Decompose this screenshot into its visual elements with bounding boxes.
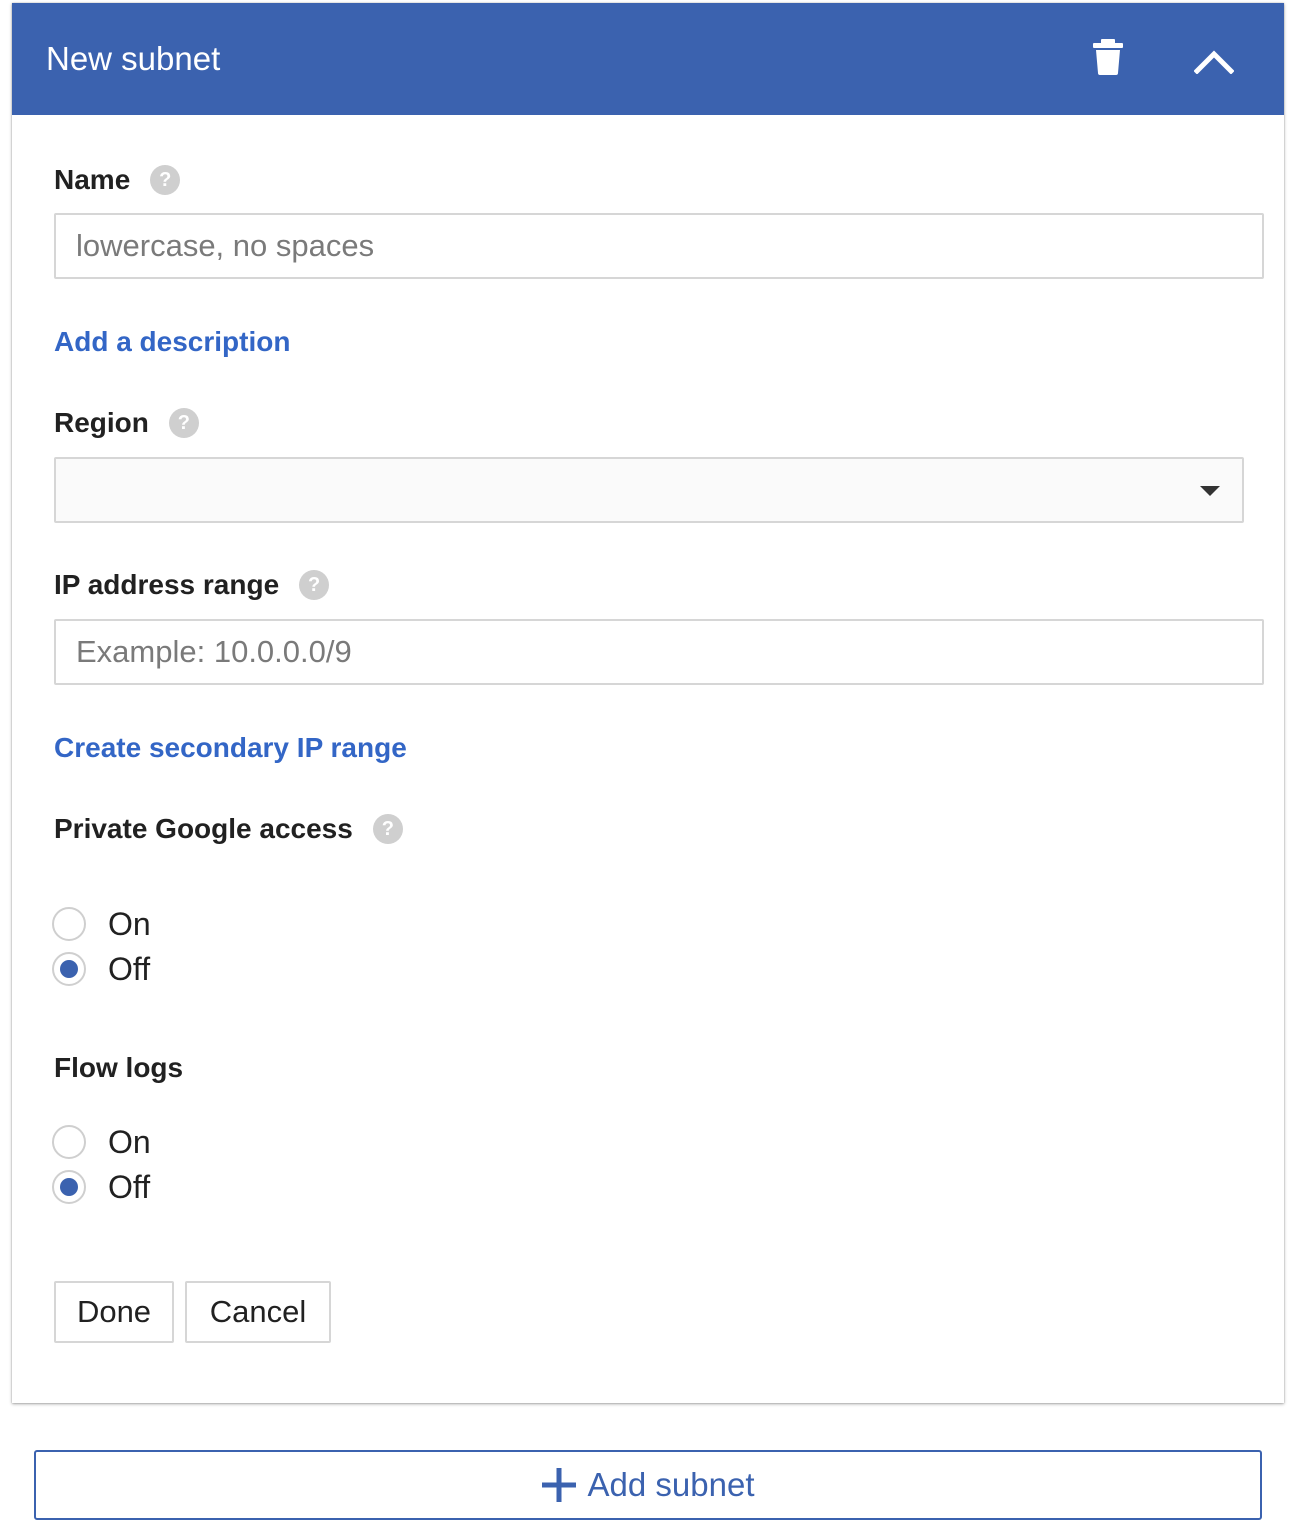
radio-button-selected[interactable]	[52, 1170, 86, 1204]
add-subnet-label: Add subnet	[587, 1466, 755, 1503]
radio-label: Off	[108, 950, 151, 987]
cancel-button[interactable]: Cancel	[185, 1281, 331, 1343]
private-google-access-on-option[interactable]: On	[52, 902, 151, 946]
ip-range-label-row: IP address range ?	[54, 568, 330, 602]
new-subnet-card: New subnet Name ? Add a description Regi…	[12, 3, 1284, 1403]
radio-label: Off	[108, 1168, 151, 1205]
radio-button[interactable]	[52, 1125, 86, 1159]
name-label: Name	[54, 164, 131, 195]
dropdown-arrow-icon	[1200, 486, 1220, 496]
ip-range-help-icon[interactable]: ?	[299, 570, 330, 600]
flow-logs-on-option[interactable]: On	[52, 1120, 151, 1164]
region-select[interactable]	[54, 457, 1244, 523]
name-input[interactable]	[54, 213, 1264, 279]
plus-icon	[541, 1468, 576, 1502]
radio-label: On	[108, 905, 151, 942]
region-label: Region	[54, 407, 149, 438]
region-help-icon[interactable]: ?	[168, 408, 199, 438]
trash-icon	[1093, 39, 1123, 75]
done-button[interactable]: Done	[54, 1281, 174, 1343]
radio-button[interactable]	[52, 907, 86, 941]
private-google-access-help-icon[interactable]: ?	[372, 814, 403, 844]
ip-range-input[interactable]	[54, 619, 1264, 685]
private-google-access-label-row: Private Google access ?	[54, 812, 403, 846]
chevron-up-icon	[1194, 50, 1234, 74]
card-header: New subnet	[12, 3, 1284, 115]
card-title: New subnet	[46, 40, 221, 77]
create-secondary-ip-range-link[interactable]: Create secondary IP range	[54, 731, 407, 765]
add-subnet-button[interactable]: Add subnet	[34, 1450, 1262, 1520]
collapse-button[interactable]	[1188, 35, 1240, 87]
private-google-access-off-option[interactable]: Off	[52, 947, 150, 991]
flow-logs-label: Flow logs	[54, 1052, 184, 1083]
add-description-link[interactable]: Add a description	[54, 325, 290, 359]
flow-logs-label-row: Flow logs	[54, 1051, 183, 1085]
name-label-row: Name ?	[54, 163, 181, 197]
name-help-icon[interactable]: ?	[150, 165, 181, 195]
region-label-row: Region ?	[54, 406, 199, 440]
private-google-access-label: Private Google access	[54, 813, 353, 844]
radio-label: On	[108, 1123, 151, 1160]
radio-button-selected[interactable]	[52, 952, 86, 986]
ip-range-label: IP address range	[54, 569, 280, 600]
flow-logs-off-option[interactable]: Off	[52, 1165, 150, 1209]
delete-subnet-button[interactable]	[1084, 33, 1132, 81]
